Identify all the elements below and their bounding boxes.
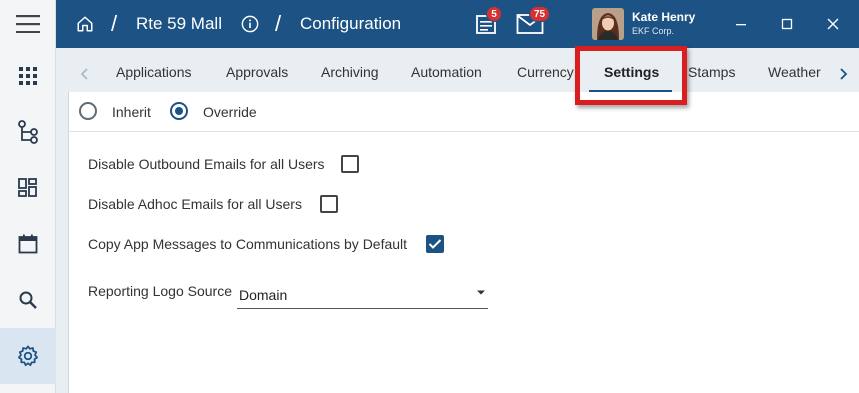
mail-count-badge: 75 (529, 6, 551, 22)
site-info-button[interactable] (241, 0, 259, 48)
chevron-right-icon (840, 68, 848, 80)
reporting-logo-source-value: Domain (239, 287, 288, 303)
tab-archiving[interactable]: Archiving (321, 64, 379, 86)
settings-gear-icon (17, 345, 39, 367)
tab-automation[interactable]: Automation (411, 64, 482, 86)
breadcrumb-site[interactable]: Rte 59 Mall (136, 0, 222, 48)
dashboard-icon (18, 178, 37, 197)
checkmark-icon (428, 239, 442, 249)
tab-weather[interactable]: Weather (768, 64, 821, 86)
reporting-logo-source-label: Reporting Logo Source (88, 283, 232, 299)
tab-stamps[interactable]: Stamps (688, 64, 735, 86)
calendar-icon (18, 234, 38, 254)
dropdown-caret-icon (477, 290, 485, 295)
page-title: Configuration (300, 14, 402, 33)
hamburger-icon (15, 15, 40, 33)
user-organization: EKF Corp. (632, 26, 675, 36)
close-window-button[interactable] (811, 0, 855, 48)
user-name[interactable]: Kate Henry (632, 10, 695, 24)
home-icon (77, 16, 93, 32)
avatar-photo (592, 8, 624, 40)
maximize-icon (781, 18, 793, 30)
sidebar-item-search[interactable] (0, 272, 56, 328)
reporting-logo-source-select[interactable]: Domain (237, 282, 488, 309)
close-icon (827, 18, 839, 30)
tab-settings[interactable]: Settings (604, 64, 659, 86)
apps-grid-icon (19, 67, 37, 85)
sidebar-item-dashboard[interactable] (0, 160, 56, 216)
sidebar-item-apps[interactable] (0, 48, 56, 104)
override-label: Override (203, 104, 257, 120)
tabs-scroll-right-button[interactable] (834, 62, 854, 86)
home-button[interactable] (76, 0, 94, 48)
inherit-radio[interactable] (79, 102, 97, 120)
tab-applications[interactable]: Applications (116, 64, 192, 86)
tabs-scroll-left-button[interactable] (74, 62, 94, 86)
copy-app-messages-label: Copy App Messages to Communications by D… (88, 236, 408, 252)
disable-outbound-emails-checkbox[interactable] (341, 155, 359, 173)
disable-adhoc-emails-checkbox[interactable] (320, 195, 338, 213)
maximize-button[interactable] (765, 0, 809, 48)
chevron-left-icon (80, 68, 88, 80)
sidebar-item-workflow[interactable] (0, 104, 56, 160)
copy-app-messages-checkbox[interactable] (426, 235, 444, 253)
disable-outbound-emails-label: Disable Outbound Emails for all Users (88, 156, 325, 172)
sidebar-item-settings[interactable] (0, 328, 56, 384)
workflow-icon (18, 120, 38, 144)
minimize-button[interactable] (719, 0, 763, 48)
minimize-icon (736, 24, 746, 26)
inherit-label: Inherit (112, 104, 151, 120)
tasks-count-badge: 5 (486, 6, 502, 22)
tab-currency[interactable]: Currency (517, 64, 574, 86)
disable-adhoc-emails-label: Disable Adhoc Emails for all Users (88, 196, 302, 212)
hamburger-menu-button[interactable] (0, 0, 56, 48)
override-radio[interactable] (170, 102, 188, 120)
breadcrumb-separator: / (111, 11, 118, 36)
search-icon (19, 291, 37, 309)
sidebar-item-calendar[interactable] (0, 216, 56, 272)
info-icon (241, 15, 259, 33)
tab-approvals[interactable]: Approvals (226, 64, 288, 86)
user-avatar[interactable] (592, 8, 624, 40)
breadcrumb-separator: / (275, 11, 282, 36)
